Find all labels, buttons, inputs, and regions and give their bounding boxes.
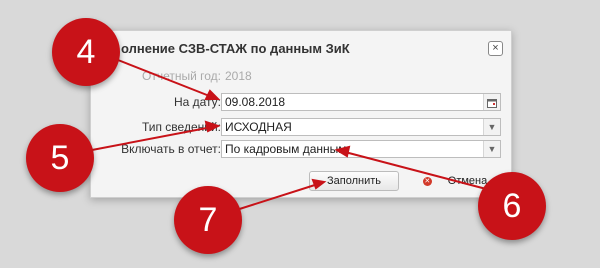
arrow-5-head: [204, 120, 221, 133]
arrow-4: [117, 59, 213, 98]
arrow-6-head: [334, 145, 351, 158]
arrow-7: [229, 183, 319, 213]
arrow-6: [344, 151, 491, 191]
callout-badge-4: 4: [52, 18, 120, 86]
arrow-4-head: [204, 89, 221, 100]
callout-badge-7: 7: [174, 186, 242, 254]
callout-badge-5: 5: [26, 124, 94, 192]
callout-badge-6: 6: [478, 172, 546, 240]
arrow-7-head: [311, 178, 327, 190]
arrow-5: [91, 126, 213, 151]
